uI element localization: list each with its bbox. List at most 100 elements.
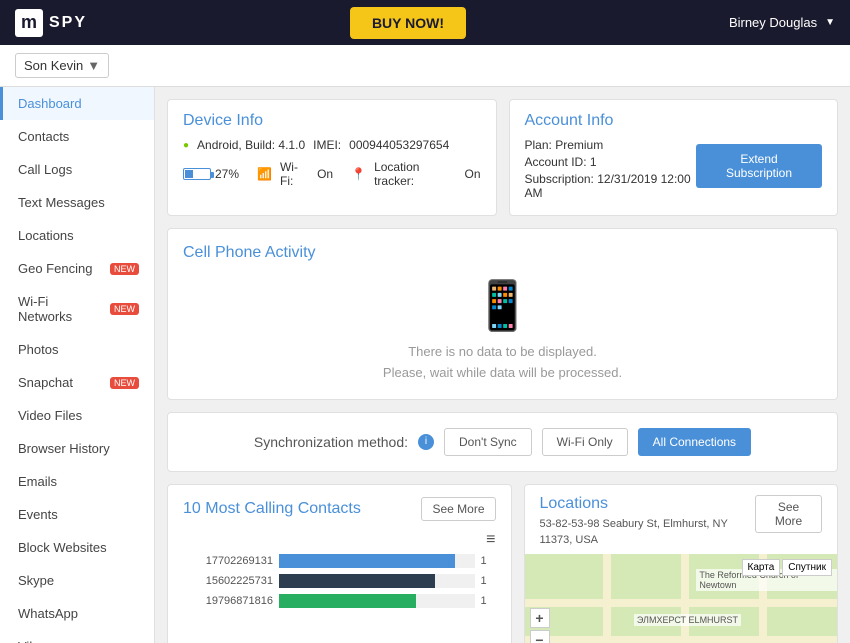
bar-count-3: 1 (481, 595, 496, 607)
account-id-row: Account ID: 1 (525, 155, 697, 169)
sidebar-item-label: Snapchat (18, 375, 73, 390)
sidebar-item-label: Contacts (18, 129, 69, 144)
sidebar-item-label: Wi-Fi Networks (18, 294, 104, 324)
battery-percent: 27% (215, 167, 239, 181)
sidebar-item-locations[interactable]: Locations (0, 219, 154, 252)
main-layout: Dashboard Contacts Call Logs Text Messag… (0, 87, 850, 643)
bar-container-2 (279, 574, 475, 588)
sidebar-item-skype[interactable]: Skype (0, 564, 154, 597)
sidebar-item-video-files[interactable]: Video Files (0, 399, 154, 432)
logo: m SPY (15, 9, 87, 37)
logo-icon: m (15, 9, 43, 37)
sidebar-item-photos[interactable]: Photos (0, 333, 154, 366)
content-area: Device Info ● Android, Build: 4.1.0 IMEI… (155, 87, 850, 643)
sidebar-item-label: Skype (18, 573, 54, 588)
map-container: The Reformed Church of Newtown ЭЛМХЕРСТ … (525, 554, 838, 643)
locations-info: Locations 53-82-53-98 Seabury St, Elmhur… (540, 495, 756, 549)
device-select-arrow-icon: ▼ (87, 58, 100, 73)
sidebar-item-label: Dashboard (18, 96, 82, 111)
map-sputnik-button[interactable]: Спутник (782, 559, 832, 576)
sidebar-item-label: Browser History (18, 441, 110, 456)
device-os: Android, Build: 4.1.0 (197, 138, 305, 152)
locations-address: 53-82-53-98 Seabury St, Elmhurst, NY 113… (540, 516, 756, 549)
location-tracker-icon: 📍 (351, 167, 366, 181)
subscription-row: Subscription: 12/31/2019 12:00 AM (525, 172, 697, 200)
header: m SPY BUY NOW! Birney Douglas ▼ (0, 0, 850, 45)
sidebar-item-geo-fencing[interactable]: Geo Fencing NEW (0, 252, 154, 285)
sidebar-item-whatsapp[interactable]: WhatsApp (0, 597, 154, 630)
user-menu[interactable]: Birney Douglas ▼ (729, 15, 835, 30)
bar-fill-3 (279, 594, 416, 608)
bar-count-1: 1 (481, 555, 496, 567)
sidebar-item-emails[interactable]: Emails (0, 465, 154, 498)
account-info-card: Account Info Plan: Premium Account ID: 1… (509, 99, 839, 216)
sidebar-item-browser-history[interactable]: Browser History (0, 432, 154, 465)
sidebar-item-block-websites[interactable]: Block Websites (0, 531, 154, 564)
device-info-card: Device Info ● Android, Build: 4.1.0 IMEI… (167, 99, 497, 216)
map-background: The Reformed Church of Newtown ЭЛМХЕРСТ … (525, 554, 838, 643)
bar-count-2: 1 (481, 575, 496, 587)
buy-now-button[interactable]: BUY NOW! (350, 7, 466, 39)
all-connections-button[interactable]: All Connections (638, 428, 751, 456)
android-dot-icon: ● (183, 140, 189, 151)
phone-icon-large: 📱 (183, 277, 822, 334)
sync-method-card: Synchronization method: i Don't Sync Wi-… (167, 412, 838, 472)
account-id-value: 1 (590, 155, 597, 169)
bar-row-2: 15602225731 1 (183, 574, 496, 588)
sidebar-item-text-messages[interactable]: Text Messages (0, 186, 154, 219)
device-selector[interactable]: Son Kevin ▼ (15, 53, 109, 78)
battery-tip (211, 172, 214, 178)
map-karta-button[interactable]: Карта (742, 559, 781, 576)
locations-see-more-button[interactable]: See More (755, 495, 822, 533)
map-zoom-out-button[interactable]: − (530, 630, 550, 643)
bar-number-2: 15602225731 (183, 575, 273, 587)
imei-value: 000944053297654 (349, 138, 449, 152)
bar-fill-2 (279, 574, 435, 588)
sidebar-item-wifi-networks[interactable]: Wi-Fi Networks NEW (0, 285, 154, 333)
location-status: On (464, 167, 480, 181)
account-details: Plan: Premium Account ID: 1 Subscription… (525, 138, 697, 203)
no-data-message: There is no data to be displayed. Please… (183, 342, 822, 384)
sidebar-item-dashboard[interactable]: Dashboard (0, 87, 154, 120)
battery-indicator: 27% (183, 167, 239, 181)
bar-number-3: 19796871816 (183, 595, 273, 607)
sidebar-item-label: Geo Fencing (18, 261, 92, 276)
device-info-title: Device Info (183, 112, 481, 130)
wifi-status: On (317, 167, 333, 181)
imei-label: IMEI: (313, 138, 341, 152)
plan-label: Plan: (525, 138, 552, 152)
sidebar-item-call-logs[interactable]: Call Logs (0, 153, 154, 186)
wifi-only-button[interactable]: Wi-Fi Only (542, 428, 628, 456)
chart-menu-icon[interactable]: ≡ (183, 531, 496, 549)
sidebar-item-label: WhatsApp (18, 606, 78, 621)
bar-fill-1 (279, 554, 455, 568)
calling-see-more-button[interactable]: See More (421, 497, 495, 521)
sidebar-item-snapchat[interactable]: Snapchat NEW (0, 366, 154, 399)
no-data-line2: Please, wait while data will be processe… (183, 363, 822, 384)
wifi-networks-badge: NEW (110, 303, 139, 315)
device-name: Son Kevin (24, 58, 83, 73)
sidebar-item-label: Locations (18, 228, 74, 243)
account-id-label: Account ID: (525, 155, 587, 169)
battery-fill (185, 170, 193, 178)
locations-title: Locations (540, 495, 756, 513)
bar-row-1: 17702269131 1 (183, 554, 496, 568)
sub-header: Son Kevin ▼ (0, 45, 850, 87)
snapchat-badge: NEW (110, 377, 139, 389)
map-type-buttons: Карта Спутник (742, 559, 832, 576)
bottom-row: 10 Most Calling Contacts See More ≡ 1770… (167, 484, 838, 643)
map-zoom-in-button[interactable]: + (530, 608, 550, 628)
sidebar-item-contacts[interactable]: Contacts (0, 120, 154, 153)
extend-subscription-button[interactable]: Extend Subscription (696, 144, 822, 188)
cell-phone-activity-card: Cell Phone Activity 📱 There is no data t… (167, 228, 838, 400)
sidebar-item-events[interactable]: Events (0, 498, 154, 531)
logo-text: SPY (49, 14, 87, 32)
calling-contacts-card: 10 Most Calling Contacts See More ≡ 1770… (167, 484, 512, 643)
dont-sync-button[interactable]: Don't Sync (444, 428, 532, 456)
geo-fencing-badge: NEW (110, 263, 139, 275)
locations-card: Locations 53-82-53-98 Seabury St, Elmhur… (524, 484, 839, 643)
device-info-os-row: ● Android, Build: 4.1.0 IMEI: 0009440532… (183, 138, 481, 152)
sidebar-item-label: Events (18, 507, 58, 522)
sidebar-item-label: Photos (18, 342, 58, 357)
sync-info-icon[interactable]: i (418, 434, 434, 450)
